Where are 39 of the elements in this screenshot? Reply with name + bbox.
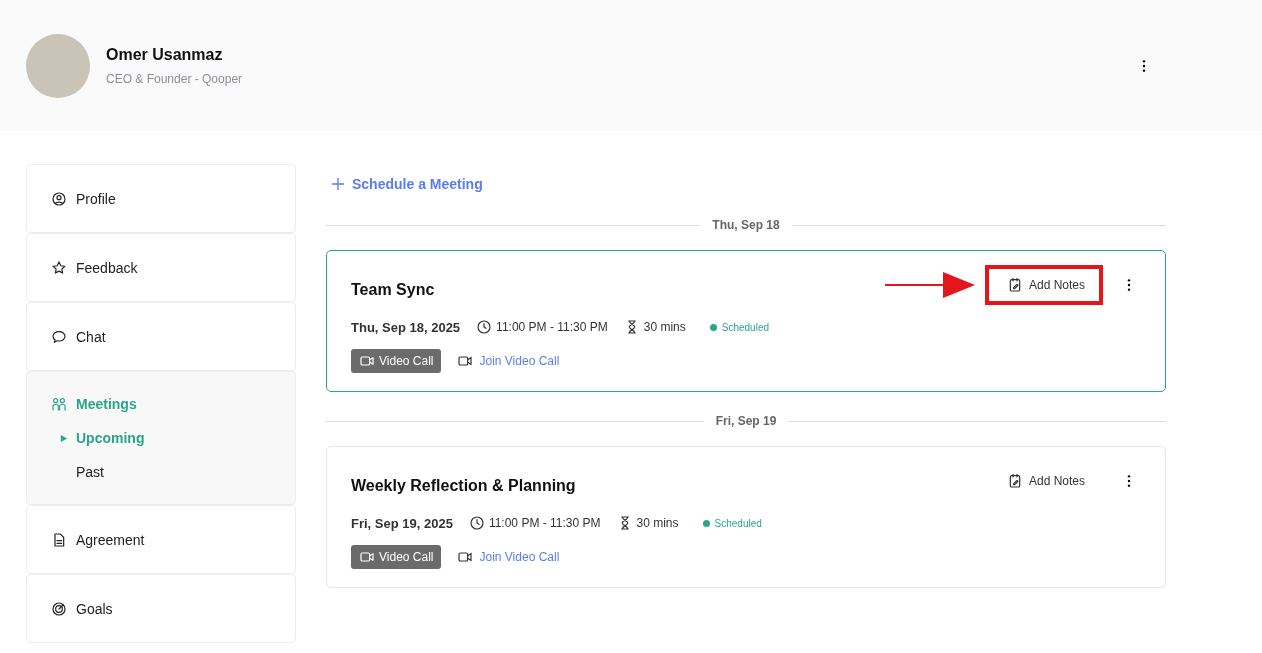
clock-icon — [468, 515, 485, 531]
meeting-date: Thu, Sep 18, 2025 — [351, 319, 461, 335]
video-camera-icon — [457, 549, 474, 565]
meeting-duration: 30 mins — [643, 320, 686, 334]
join-video-call-link[interactable]: Join Video Call — [457, 353, 560, 369]
clock-icon — [476, 319, 493, 335]
meeting-duration: 30 mins — [636, 516, 679, 530]
triangle-icon — [59, 433, 68, 443]
meeting-time: 11:00 PM - 11:30 PM — [488, 516, 601, 530]
video-call-badge: Video Call — [351, 349, 442, 373]
video-call-badge: Video Call — [351, 545, 442, 569]
join-video-call-link[interactable]: Join Video Call — [457, 549, 560, 565]
meeting-title: Weekly Reflection & Planning — [351, 477, 576, 495]
sidebar-subitem[interactable]: Past — [51, 464, 271, 480]
plus-icon — [330, 176, 346, 192]
sidebar-link[interactable]: Goals — [51, 600, 271, 617]
user-circle-icon — [51, 190, 67, 207]
sidebar-link[interactable]: Feedback — [51, 259, 271, 276]
sidebar-link[interactable]: Profile — [51, 190, 271, 207]
chat-bubble-icon — [51, 328, 67, 345]
user-role: CEO & Founder - Qooper — [106, 71, 244, 86]
meeting-time: 11:00 PM - 11:30 PM — [496, 320, 608, 334]
target-icon — [51, 600, 67, 617]
date-divider-label: Fri, Sep 19 — [715, 414, 777, 428]
schedule-meeting-button[interactable]: Schedule a Meeting — [326, 172, 487, 196]
document-icon — [51, 531, 67, 548]
date-divider-label: Thu, Sep 18 — [712, 218, 780, 232]
status-label: Scheduled — [721, 321, 769, 333]
video-camera-icon — [359, 353, 375, 369]
status-label: Scheduled — [714, 517, 762, 529]
video-camera-icon — [359, 549, 375, 565]
video-camera-icon — [457, 353, 474, 369]
meeting-title: Team Sync — [351, 281, 435, 299]
sidebar-link[interactable]: Agreement — [51, 531, 271, 548]
sidebar-link[interactable]: Chat — [51, 328, 271, 345]
meeting-date: Fri, Sep 19, 2025 — [351, 515, 453, 531]
people-icon — [51, 396, 67, 412]
star-icon — [51, 259, 67, 276]
user-name: Omer Usanmaz — [106, 45, 224, 64]
